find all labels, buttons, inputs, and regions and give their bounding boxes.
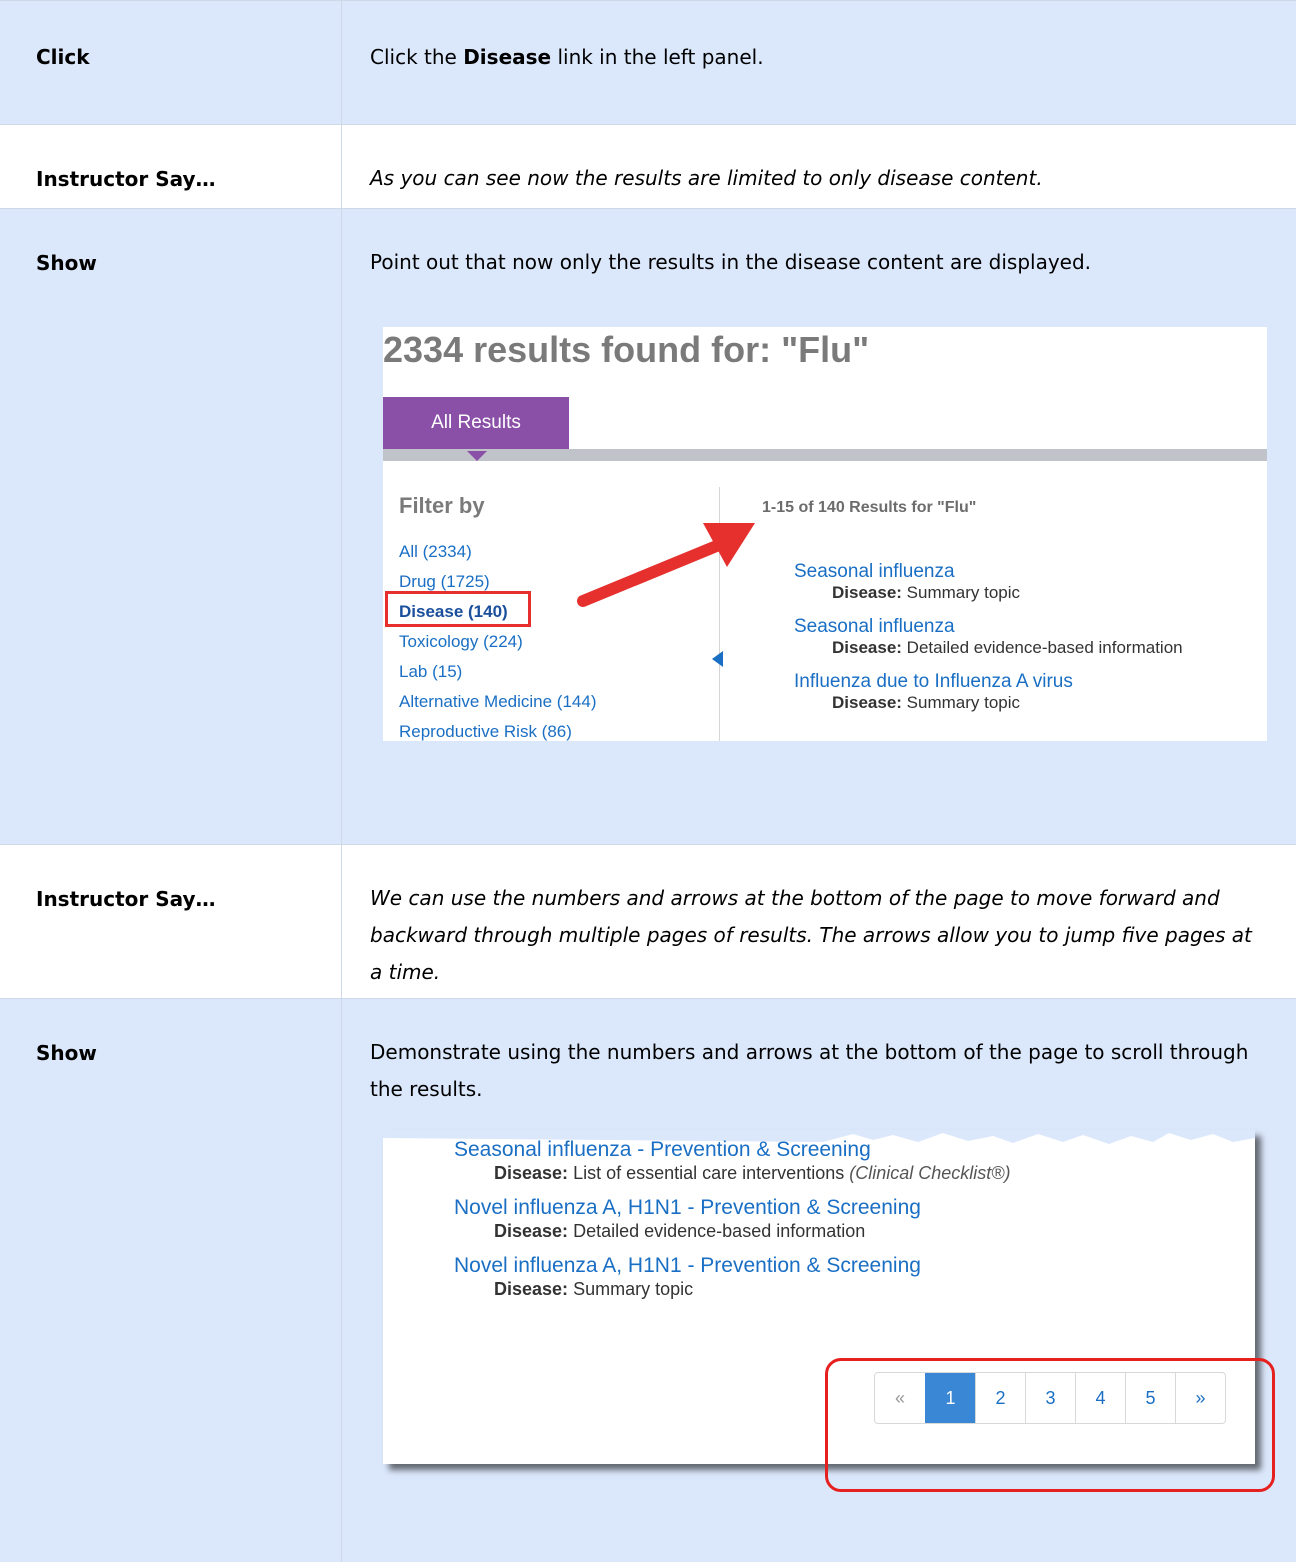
step-row-instructor-say: Instructor Say… As you can see now the r… <box>0 124 1296 208</box>
step-row-instructor-say: Instructor Say… We can use the numbers a… <box>0 844 1296 998</box>
result-link[interactable]: Seasonal influenza - Prevention & Screen… <box>454 1138 1011 1162</box>
list-item: Seasonal influenza - Prevention & Screen… <box>454 1138 1011 1184</box>
result-meta: Disease: List of essential care interven… <box>494 1163 1011 1183</box>
instructor-quote: We can use the numbers and arrows at the… <box>370 886 1252 984</box>
search-results-screenshot: 2334 results found for: "Flu" All Result… <box>383 327 1267 741</box>
step-row-click: Click Click the Disease link in the left… <box>0 0 1296 124</box>
column-divider <box>341 999 342 1562</box>
pagination-highlight <box>825 1358 1275 1492</box>
result-meta: Disease: Detailed evidence-based informa… <box>494 1221 866 1241</box>
step-label: Instructor Say… <box>36 167 216 191</box>
step-label: Show <box>36 1041 97 1065</box>
results-list: Seasonal influenza - Prevention & Screen… <box>454 1138 1011 1312</box>
red-arrow-icon <box>577 523 755 607</box>
instruction-table: Click Click the Disease link in the left… <box>0 0 1296 1562</box>
step-text: Click the Disease link in the left panel… <box>370 45 764 69</box>
pagination-screenshot: Seasonal influenza - Prevention & Screen… <box>383 1130 1279 1496</box>
column-divider <box>341 845 342 998</box>
column-divider <box>341 209 342 844</box>
instructor-quote: As you can see now the results are limit… <box>370 166 1043 190</box>
step-label: Show <box>36 251 97 275</box>
step-label: Instructor Say… <box>36 887 216 911</box>
result-link[interactable]: Novel influenza A, H1N1 - Prevention & S… <box>454 1254 1011 1278</box>
list-item: Novel influenza A, H1N1 - Prevention & S… <box>454 1196 1011 1242</box>
result-link[interactable]: Novel influenza A, H1N1 - Prevention & S… <box>454 1196 1011 1220</box>
column-divider <box>341 1 342 124</box>
disease-emphasis: Disease <box>463 45 552 69</box>
result-meta: Disease: Summary topic <box>494 1279 694 1299</box>
step-label: Click <box>36 45 90 69</box>
column-divider <box>341 125 342 208</box>
list-item: Novel influenza A, H1N1 - Prevention & S… <box>454 1254 1011 1300</box>
step-text: Point out that now only the results in t… <box>370 250 1092 274</box>
step-text: Demonstrate using the numbers and arrows… <box>370 1040 1249 1101</box>
